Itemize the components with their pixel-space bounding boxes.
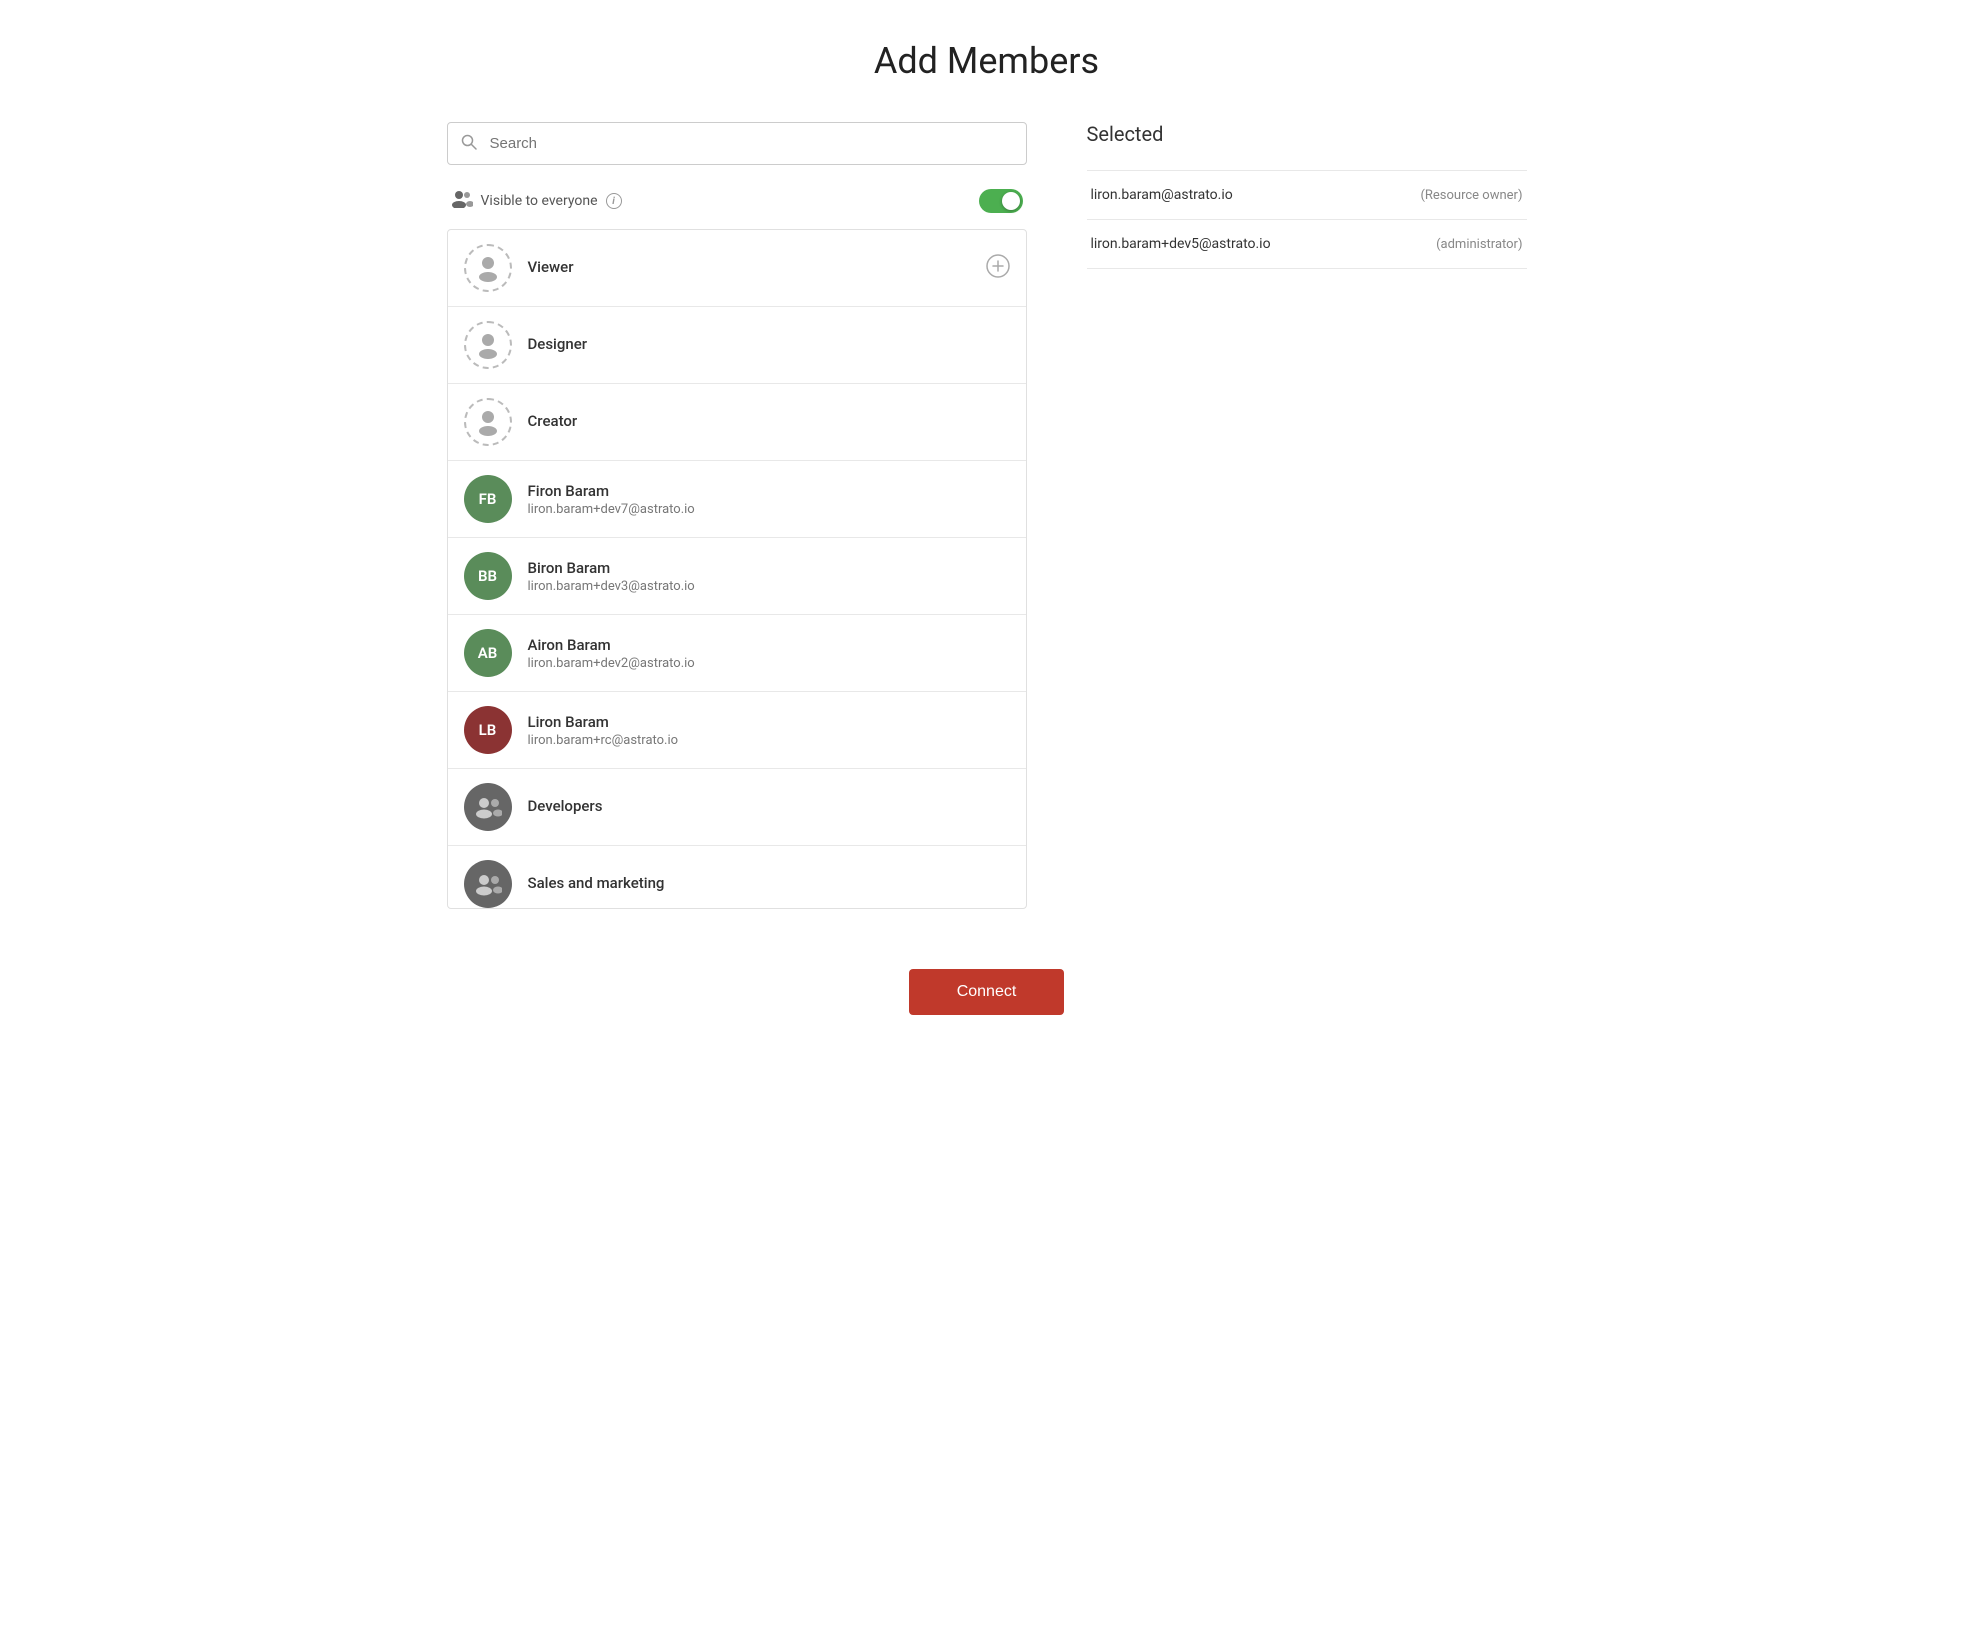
- list-item[interactable]: Viewer: [448, 230, 1026, 307]
- member-name: Developers: [528, 797, 1010, 815]
- member-email: liron.baram+rc@astrato.io: [528, 733, 1010, 748]
- member-info: Airon Baram liron.baram+dev2@astrato.io: [528, 636, 1010, 671]
- member-email: liron.baram+dev7@astrato.io: [528, 502, 1010, 517]
- visible-to-everyone-label: Visible to everyone: [481, 193, 598, 209]
- member-name: Biron Baram: [528, 559, 1010, 577]
- member-list-scroll[interactable]: Viewer Designer Cr: [448, 230, 1026, 908]
- list-item[interactable]: FB Firon Baram liron.baram+dev7@astrato.…: [448, 461, 1026, 538]
- add-member-icon[interactable]: [986, 254, 1010, 283]
- member-email: liron.baram+dev2@astrato.io: [528, 656, 1010, 671]
- selected-role: (Resource owner): [1420, 188, 1522, 203]
- role-avatar: [464, 321, 512, 369]
- member-name: Designer: [528, 335, 1010, 353]
- member-info: Creator: [528, 412, 1010, 432]
- page-title: Add Members: [447, 40, 1527, 82]
- member-info: Developers: [528, 797, 1010, 817]
- member-info: Sales and marketing: [528, 874, 1010, 894]
- visible-toggle[interactable]: [979, 189, 1023, 213]
- selected-role: (administrator): [1436, 237, 1522, 252]
- selected-list: liron.baram@astrato.io (Resource owner) …: [1087, 170, 1527, 269]
- member-info: Biron Baram liron.baram+dev3@astrato.io: [528, 559, 1010, 594]
- visible-left: Visible to everyone i: [451, 190, 622, 213]
- list-item[interactable]: Creator: [448, 384, 1026, 461]
- member-name: Viewer: [528, 258, 986, 276]
- role-avatar: [464, 398, 512, 446]
- search-icon: [461, 134, 477, 154]
- selected-item: liron.baram+dev5@astrato.io (administrat…: [1087, 220, 1527, 269]
- member-name: Airon Baram: [528, 636, 1010, 654]
- selected-email: liron.baram+dev5@astrato.io: [1091, 236, 1271, 252]
- list-item[interactable]: Sales and marketing: [448, 846, 1026, 908]
- member-name: Firon Baram: [528, 482, 1010, 500]
- search-input[interactable]: [447, 122, 1027, 165]
- user-avatar: BB: [464, 552, 512, 600]
- people-icon: [451, 190, 473, 213]
- toggle-thumb: [1002, 192, 1020, 210]
- visible-to-everyone-row: Visible to everyone i: [447, 181, 1027, 221]
- list-item[interactable]: Developers: [448, 769, 1026, 846]
- search-wrapper: [447, 122, 1027, 165]
- selected-item: liron.baram@astrato.io (Resource owner): [1087, 170, 1527, 220]
- member-info: Viewer: [528, 258, 986, 278]
- list-item[interactable]: LB Liron Baram liron.baram+rc@astrato.io: [448, 692, 1026, 769]
- member-info: Designer: [528, 335, 1010, 355]
- member-email: liron.baram+dev3@astrato.io: [528, 579, 1010, 594]
- info-icon[interactable]: i: [606, 193, 622, 209]
- connect-button[interactable]: Connect: [909, 969, 1065, 1015]
- list-item[interactable]: Designer: [448, 307, 1026, 384]
- user-avatar: LB: [464, 706, 512, 754]
- left-panel: Visible to everyone i Viewer: [447, 122, 1027, 909]
- member-name: Sales and marketing: [528, 874, 1010, 892]
- list-item[interactable]: BB Biron Baram liron.baram+dev3@astrato.…: [448, 538, 1026, 615]
- right-panel: Selected liron.baram@astrato.io (Resourc…: [1087, 122, 1527, 269]
- selected-title: Selected: [1087, 122, 1527, 154]
- list-item[interactable]: AB Airon Baram liron.baram+dev2@astrato.…: [448, 615, 1026, 692]
- member-list-container: Viewer Designer Cr: [447, 229, 1027, 909]
- member-name: Liron Baram: [528, 713, 1010, 731]
- role-avatar: [464, 244, 512, 292]
- user-avatar: AB: [464, 629, 512, 677]
- connect-btn-wrap: Connect: [447, 969, 1527, 1015]
- member-name: Creator: [528, 412, 1010, 430]
- group-avatar: [464, 783, 512, 831]
- member-info: Firon Baram liron.baram+dev7@astrato.io: [528, 482, 1010, 517]
- selected-email: liron.baram@astrato.io: [1091, 187, 1233, 203]
- user-avatar: FB: [464, 475, 512, 523]
- member-info: Liron Baram liron.baram+rc@astrato.io: [528, 713, 1010, 748]
- group-avatar: [464, 860, 512, 908]
